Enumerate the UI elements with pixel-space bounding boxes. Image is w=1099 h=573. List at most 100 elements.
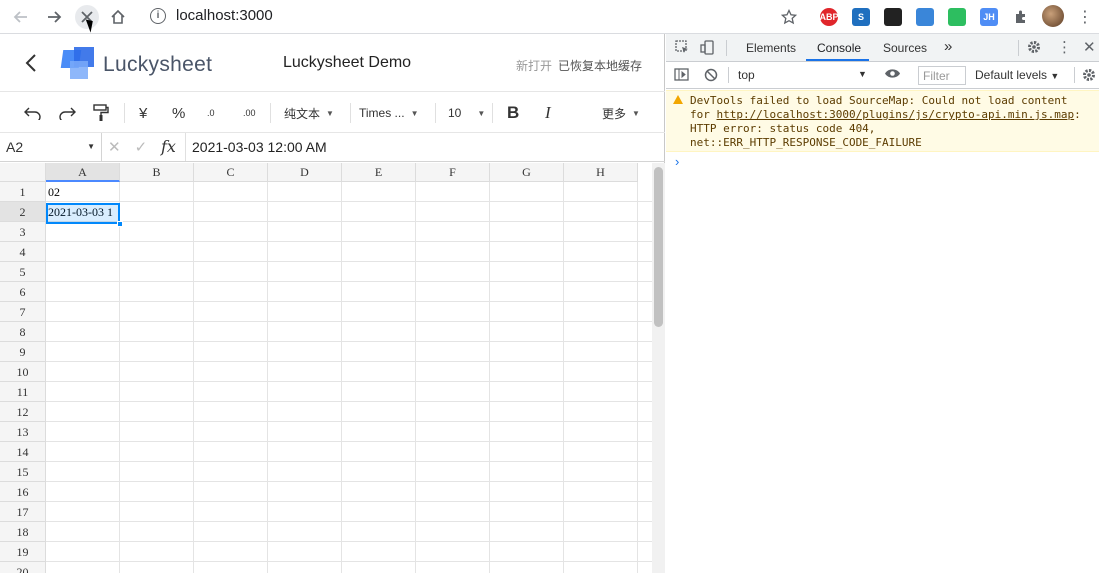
row-header-16[interactable]: 16: [0, 482, 46, 502]
font-size-select[interactable]: 10 ▼: [448, 103, 485, 123]
percent-format-button[interactable]: %: [172, 103, 185, 123]
row-header-4[interactable]: 4: [0, 242, 46, 262]
context-select[interactable]: top: [738, 68, 755, 82]
close-devtools-icon[interactable]: ✕: [1083, 38, 1096, 56]
undo-icon[interactable]: [24, 103, 42, 123]
browser-menu-icon[interactable]: ⋮: [1072, 5, 1098, 29]
cell-reference-box[interactable]: A2 ▼: [0, 133, 102, 161]
bookmark-star-icon[interactable]: [776, 5, 802, 29]
clear-console-icon[interactable]: [704, 68, 718, 85]
tab-sources[interactable]: Sources: [883, 41, 927, 55]
console-filter-input[interactable]: Filter: [918, 66, 966, 85]
row-header-2[interactable]: 2: [0, 202, 46, 222]
document-title[interactable]: Luckysheet Demo: [283, 54, 411, 72]
live-expression-eye-icon[interactable]: [884, 67, 901, 83]
row-header-20[interactable]: 20: [0, 562, 46, 573]
row-header-7[interactable]: 7: [0, 302, 46, 322]
inspect-element-icon[interactable]: [675, 40, 690, 58]
forward-arrow-icon[interactable]: [41, 5, 67, 29]
sheet-grid[interactable]: A B C D E F G H 1 2 3 4 5 6 7 8 9 10 11 12 13 14 15 16 17 18 19 20 0…: [0, 163, 652, 573]
row-header-9[interactable]: 9: [0, 342, 46, 362]
row-header-1[interactable]: 1: [0, 182, 46, 202]
vertical-scrollbar[interactable]: [652, 163, 665, 573]
tab-console[interactable]: Console: [817, 41, 861, 55]
profile-avatar[interactable]: [1042, 5, 1064, 27]
tab-elements[interactable]: Elements: [746, 41, 796, 55]
devtools-tab-bar: Elements Console Sources » ⋮ ✕: [666, 34, 1099, 62]
column-header-d[interactable]: D: [268, 163, 342, 182]
caret-down-icon: ▼: [1050, 71, 1060, 81]
decrease-decimal-button[interactable]: .0: [207, 103, 215, 123]
column-header-b[interactable]: B: [120, 163, 194, 182]
column-header-f[interactable]: F: [416, 163, 490, 182]
device-toolbar-icon[interactable]: [700, 40, 715, 58]
fx-icon[interactable]: fx: [161, 137, 176, 156]
row-header-6[interactable]: 6: [0, 282, 46, 302]
row-header-8[interactable]: 8: [0, 322, 46, 342]
row-header-17[interactable]: 17: [0, 502, 46, 522]
currency-format-button[interactable]: ¥: [139, 103, 147, 123]
cancel-icon[interactable]: ✕: [108, 138, 121, 156]
site-info-icon[interactable]: i: [150, 7, 166, 24]
abp-icon[interactable]: ABP: [820, 8, 839, 26]
cache-status: 新打开 已恢复本地缓存: [516, 57, 642, 74]
formula-input[interactable]: 2021-03-03 12:00 AM: [192, 139, 327, 155]
increase-decimal-button[interactable]: .00: [243, 103, 256, 123]
log-levels-value: Default levels: [975, 68, 1048, 82]
grid-ext-icon[interactable]: [916, 8, 934, 26]
more-button[interactable]: 更多 ▼: [602, 103, 640, 123]
column-header-g[interactable]: G: [490, 163, 564, 182]
back-chevron-icon[interactable]: [24, 52, 38, 80]
row-header-15[interactable]: 15: [0, 462, 46, 482]
evernote-icon[interactable]: [948, 8, 966, 26]
redo-icon[interactable]: [58, 103, 76, 123]
fill-handle[interactable]: [117, 221, 123, 227]
console-prompt[interactable]: ›: [675, 154, 679, 169]
italic-button[interactable]: I: [545, 103, 551, 123]
extensions-puzzle-icon[interactable]: [1008, 5, 1034, 29]
status-new: 新打开: [516, 59, 553, 73]
settings-gear-icon[interactable]: [1027, 40, 1041, 57]
confirm-check-icon[interactable]: ✓: [135, 138, 148, 156]
sourcemap-link[interactable]: http://localhost:3000/plugins/js/crypto-…: [717, 108, 1075, 121]
address-bar[interactable]: i localhost:3000: [150, 7, 273, 24]
row-header-5[interactable]: 5: [0, 262, 46, 282]
scrollbar-thumb[interactable]: [654, 167, 663, 327]
devtools-menu-icon[interactable]: ⋮: [1057, 38, 1072, 56]
format-painter-icon[interactable]: [93, 103, 109, 123]
log-levels-select[interactable]: Default levels ▼: [975, 68, 1059, 82]
caret-down-icon: ▼: [477, 108, 486, 118]
row-header-19[interactable]: 19: [0, 542, 46, 562]
row-header-18[interactable]: 18: [0, 522, 46, 542]
brand-name: Luckysheet: [103, 53, 213, 76]
row-header-11[interactable]: 11: [0, 382, 46, 402]
number-format-select[interactable]: 纯文本 ▼: [284, 103, 334, 123]
jh-ext-icon[interactable]: JH: [980, 8, 998, 26]
row-header-13[interactable]: 13: [0, 422, 46, 442]
caret-down-icon[interactable]: ▼: [858, 69, 867, 79]
s-ext-icon[interactable]: S: [852, 8, 870, 26]
more-tabs-button[interactable]: »: [944, 38, 952, 55]
console-sidebar-icon[interactable]: [674, 68, 689, 84]
column-header-e[interactable]: E: [342, 163, 416, 182]
font-family-select[interactable]: Times ... ▼: [359, 103, 418, 123]
column-header-a[interactable]: A: [46, 163, 120, 182]
row-header-10[interactable]: 10: [0, 362, 46, 382]
bold-button[interactable]: B: [507, 103, 519, 123]
row-header-14[interactable]: 14: [0, 442, 46, 462]
column-header-c[interactable]: C: [194, 163, 268, 182]
console-settings-gear-icon[interactable]: [1082, 68, 1096, 85]
cell-reference-value: A2: [6, 139, 24, 155]
home-icon[interactable]: [105, 5, 131, 29]
number-format-value: 纯文本: [284, 106, 321, 121]
font-size-value: 10: [448, 106, 462, 120]
column-header-h[interactable]: H: [564, 163, 638, 182]
select-all-corner[interactable]: [0, 163, 46, 182]
cat-ext-icon[interactable]: [884, 8, 902, 26]
row-header-3[interactable]: 3: [0, 222, 46, 242]
cell-a1[interactable]: 02: [46, 182, 120, 202]
back-arrow-icon[interactable]: [8, 5, 34, 29]
row-header-12[interactable]: 12: [0, 402, 46, 422]
caret-down-icon[interactable]: ▼: [87, 142, 95, 151]
console-toolbar: top ▼ Filter Default levels ▼: [666, 62, 1099, 89]
